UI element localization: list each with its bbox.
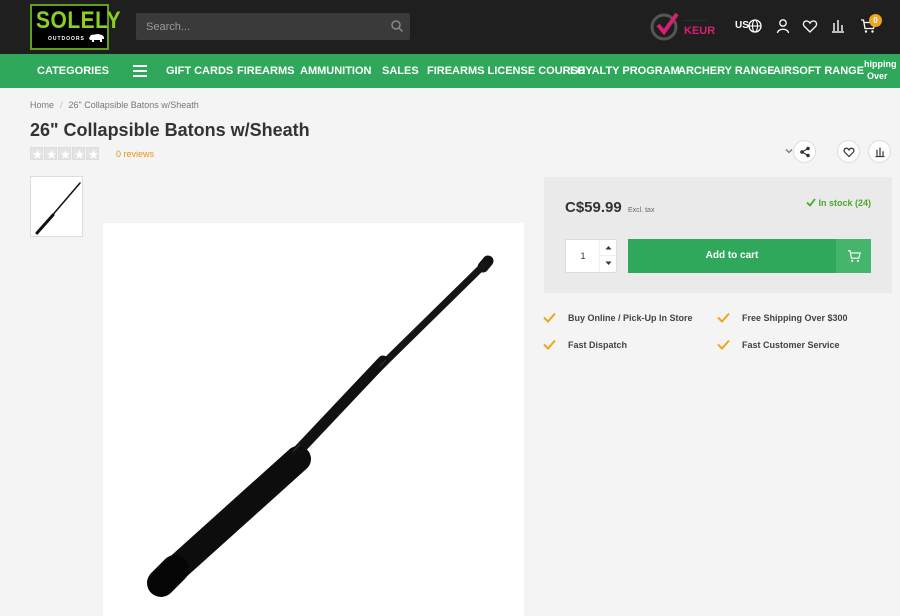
- nav-clip-line-2: Over: [867, 71, 888, 81]
- breadcrumb-home[interactable]: Home: [30, 100, 54, 110]
- search-bar: [136, 13, 410, 40]
- chevron-down-icon: [605, 261, 612, 265]
- usp-text: Fast Dispatch: [568, 340, 628, 350]
- check-icon: [543, 339, 556, 350]
- check-icon: [543, 312, 556, 323]
- nav-item-airsoft-range[interactable]: AIRSOFT RANGE: [773, 65, 864, 77]
- nav-categories[interactable]: CATEGORIES: [37, 65, 109, 77]
- main-nav: CATEGORIES GIFT CARDS FIREARMS AMMUNITIO…: [0, 54, 900, 88]
- quantity-decrease-button[interactable]: [599, 256, 616, 272]
- nav-item-loyalty-program[interactable]: LOYALTY PROGRAM: [570, 65, 680, 77]
- logo[interactable]: SOLELY OUTDOORS: [30, 4, 121, 50]
- keur-check-icon: [650, 12, 679, 41]
- star-icon: [30, 147, 43, 160]
- usp-text: Free Shipping Over $300: [742, 313, 848, 323]
- nav-item-firearms-license-course[interactable]: FIREARMS LICENSE COURSE: [427, 65, 585, 77]
- baton-thumbnail-image: [35, 182, 81, 235]
- stock-text: In stock (24): [818, 198, 871, 208]
- chevron-up-icon: [605, 246, 612, 250]
- rating-stars[interactable]: [30, 147, 99, 160]
- compare-button[interactable]: [868, 140, 891, 163]
- cart-count-badge: 0: [869, 14, 882, 27]
- star-icon: [72, 147, 85, 160]
- breadcrumb: Home / 26" Collapsible Batons w/Sheath: [30, 100, 199, 110]
- star-icon: [58, 147, 71, 160]
- breadcrumb-current: 26" Collapsible Batons w/Sheath: [68, 100, 199, 110]
- add-to-cart-label: Add to cart: [705, 250, 759, 261]
- nav-item-firearms[interactable]: FIREARMS: [237, 65, 294, 77]
- nav-item-gift-cards[interactable]: GIFT CARDS: [166, 65, 233, 77]
- add-to-cart-button[interactable]: Add to cart: [628, 239, 871, 273]
- search-input[interactable]: [136, 13, 386, 40]
- keur-label: KEUR: [684, 25, 716, 37]
- compare-icon[interactable]: [830, 18, 846, 34]
- nav-item-shipping-overflow[interactable]: hipping Over: [862, 58, 900, 86]
- quantity-stepper: [565, 239, 617, 273]
- baton-image: [147, 255, 494, 597]
- star-icon: [44, 147, 57, 160]
- excl-tax-label: Excl. tax: [628, 207, 655, 214]
- nav-item-sales[interactable]: SALES: [382, 65, 419, 77]
- usp-text: Fast Customer Service: [742, 340, 840, 350]
- nav-item-archery-range[interactable]: ARCHERY RANGE: [678, 65, 775, 77]
- quantity-increase-button[interactable]: [599, 240, 616, 256]
- share-button[interactable]: [793, 140, 816, 163]
- reviews-link[interactable]: 0 reviews: [116, 149, 154, 159]
- cart-icon: [847, 250, 861, 262]
- product-price: C$59.99: [565, 199, 622, 216]
- usp-item: Buy Online / Pick-Up In Store: [543, 312, 693, 323]
- user-icon[interactable]: [775, 18, 791, 34]
- breadcrumb-separator: /: [60, 100, 63, 110]
- check-icon: [717, 312, 730, 323]
- globe-icon[interactable]: [747, 18, 763, 34]
- usp-item: Fast Customer Service: [717, 339, 840, 350]
- page-title: 26" Collapsible Batons w/Sheath: [30, 120, 310, 140]
- keur-dots: ········: [684, 18, 708, 24]
- check-icon: [717, 339, 730, 350]
- hamburger-icon[interactable]: [133, 65, 147, 77]
- check-icon: [806, 198, 816, 207]
- heart-icon: [843, 147, 855, 158]
- usp-item: Free Shipping Over $300: [717, 312, 848, 323]
- top-header: SOLELY OUTDOORS ········ KEUR US 0: [0, 0, 900, 54]
- product-thumbnail[interactable]: [30, 176, 83, 237]
- usp-text: Buy Online / Pick-Up In Store: [568, 313, 693, 323]
- quantity-input[interactable]: [566, 240, 600, 272]
- heart-icon[interactable]: [802, 18, 818, 34]
- nav-clip-line-1: hipping: [864, 59, 897, 69]
- logo-subtext: OUTDOORS: [48, 36, 85, 42]
- compare-icon: [875, 147, 885, 158]
- stock-status: In stock (24): [806, 198, 871, 208]
- buy-box: C$59.99 Excl. tax In stock (24) Add to c…: [544, 177, 892, 293]
- usp-item: Fast Dispatch: [543, 339, 628, 350]
- add-to-cart-icon-area: [836, 239, 871, 273]
- bear-icon: [89, 34, 104, 42]
- star-icon: [86, 147, 99, 160]
- product-main-image[interactable]: [103, 223, 524, 616]
- nav-item-ammunition[interactable]: AMMUNITION: [300, 65, 372, 77]
- keur-badge[interactable]: ········ KEUR: [650, 10, 718, 42]
- wishlist-button[interactable]: [837, 140, 860, 163]
- share-icon: [800, 146, 810, 158]
- search-icon[interactable]: [390, 19, 404, 33]
- logo-text: SOLELY: [36, 7, 122, 34]
